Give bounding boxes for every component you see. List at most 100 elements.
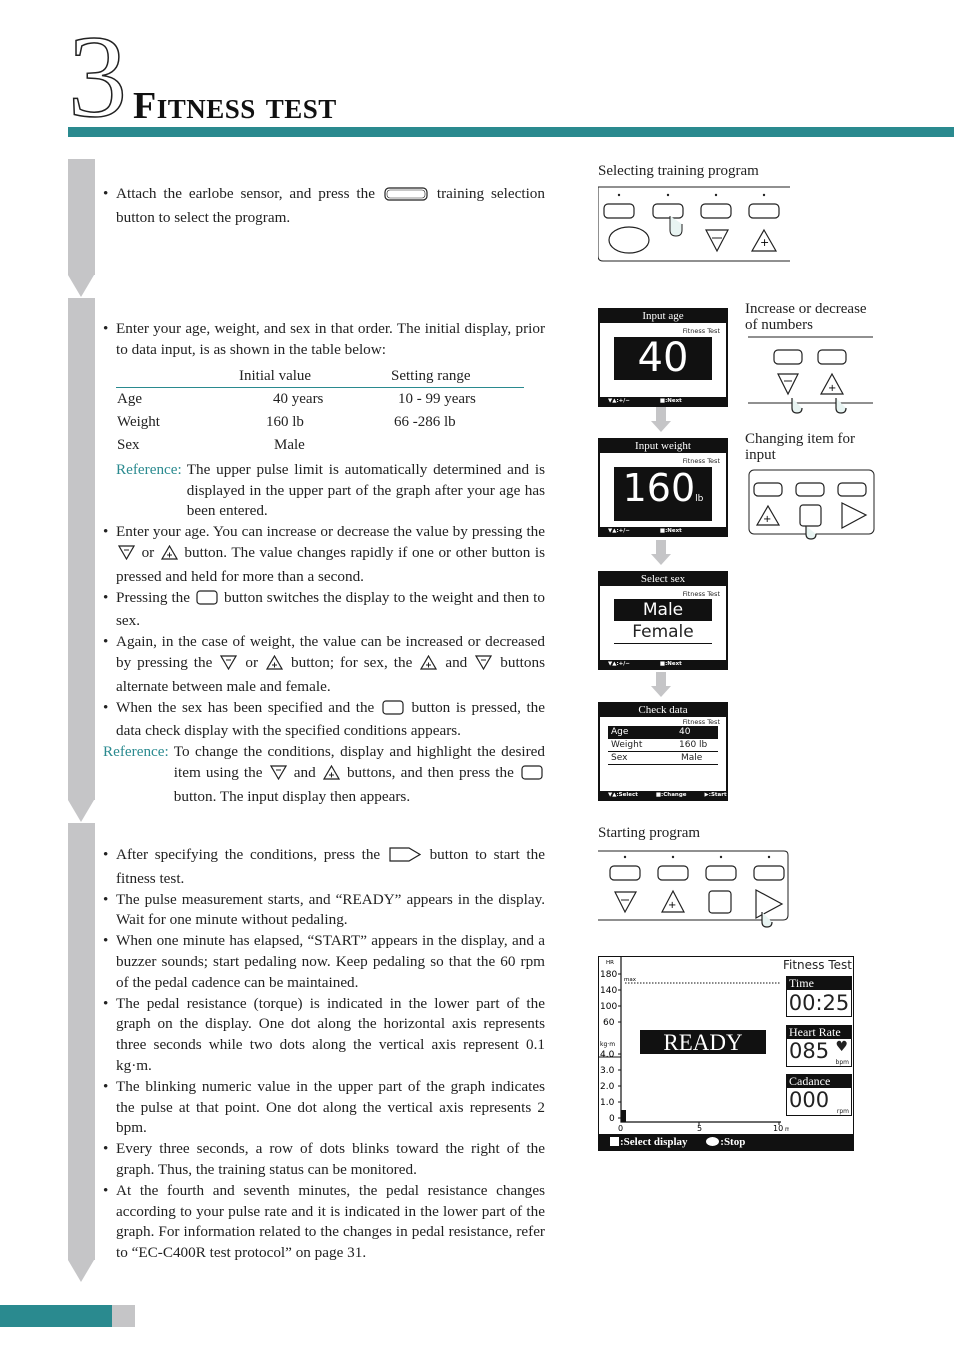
text-run: The pulse measurement starts, and “READY… — [116, 890, 545, 929]
torque-axis-label: kg·m — [600, 1041, 615, 1048]
chapter-number: 3 — [67, 11, 128, 142]
screen-subtitle: Fitness Test — [682, 327, 720, 335]
bullet-item: Enter your age. You can increase or decr… — [103, 522, 545, 587]
minus-button-icon — [220, 655, 238, 677]
footer-gray-bar — [112, 1305, 135, 1327]
check-row: Weight 160 lb — [608, 739, 718, 752]
bullet-item: After specifying the conditions, press t… — [103, 845, 545, 890]
reference-label: Reference: — [116, 460, 182, 478]
minus-button-icon — [117, 545, 136, 567]
cell: 40 years — [273, 391, 324, 408]
svg-text:+: + — [668, 900, 676, 911]
bullet-item: When one minute has elapsed, “START” app… — [103, 931, 545, 993]
age-value: 40 — [614, 337, 712, 380]
cell: Weight — [117, 414, 160, 431]
check-row: Sex Male — [608, 752, 718, 765]
bullet-item: The pedal resistance (torque) is indicat… — [103, 994, 545, 1077]
plus-button-icon — [322, 764, 340, 787]
text-run: At the fourth and seventh minutes, the p… — [116, 1181, 545, 1262]
sex-option-female: Female — [614, 622, 712, 644]
text-run: button. The value changes rapidly if one… — [116, 543, 546, 585]
cell: 160 lb — [266, 414, 304, 431]
hand-pointer-icon — [669, 216, 683, 237]
cell: 10 - 99 years — [398, 391, 476, 408]
bullet-item: Pressing the button switches the display… — [103, 588, 545, 633]
screen-footer: ▼▲:Select ■:Change ▶:Start — [600, 791, 727, 799]
sex-option-male: Male — [614, 599, 712, 621]
x-tick: 5 — [697, 1124, 702, 1133]
cell — [390, 434, 524, 457]
cell: Sex — [117, 436, 140, 453]
screen-title: Input weight — [600, 440, 726, 453]
torque-tick: 4.0 — [600, 1050, 615, 1060]
text-run: The blinking numeric value in the upper … — [116, 1077, 545, 1137]
text-run: buttons, and then press the — [341, 763, 519, 781]
text-run: Enter your age. You can increase or decr… — [116, 523, 545, 541]
text-run: Every three seconds, a row of dots blink… — [116, 1140, 545, 1178]
torque-tick: 0 — [609, 1114, 615, 1124]
flow-arrow — [651, 540, 671, 565]
step-marker-2 — [68, 298, 95, 822]
title-rule — [68, 127, 954, 137]
cell: Age — [117, 391, 142, 408]
start-button-icon — [389, 847, 422, 869]
screen-subtitle: Fitness Test — [682, 718, 720, 726]
screen-footer: :Select display :Stop — [599, 1134, 853, 1150]
bullet-item: Again, in the case of weight, the value … — [103, 632, 545, 697]
text-run: When one minute has elapsed, “START” app… — [116, 932, 545, 991]
wide-button-icon — [384, 187, 428, 208]
reference-note-2: Reference: To change the conditions, dis… — [103, 742, 545, 807]
increase-caption: Increase or decrease of numbers — [745, 301, 867, 333]
text-run: and — [439, 653, 474, 671]
stop-button-icon — [706, 1137, 720, 1146]
table-row: Sex Male — [116, 434, 524, 457]
starting-caption: Starting program — [598, 825, 701, 841]
page-title: Fitness test — [133, 85, 337, 127]
svg-text:+: + — [763, 514, 771, 525]
table-row: Weight 160 lb 66 -286 lb — [116, 411, 524, 434]
reference-note-1: Reference: The upper pulse limit is auto… — [116, 460, 545, 522]
bullet-item: Attach the earlobe sensor, and press the… — [103, 184, 545, 229]
screen-title: Input age — [600, 310, 726, 323]
ready-screen: HR 180 140 100 60 max kg·m 4.0 3.0 2.0 1… — [598, 956, 854, 1151]
screen-footer: ▼▲:+/− ■:Next — [600, 660, 726, 668]
torque-tick: 2.0 — [600, 1082, 615, 1092]
select-sex-screen: Select sex Fitness Test Male Female ▼▲:+… — [598, 571, 728, 670]
time-box: Time 00:25 — [786, 976, 852, 1017]
bullet-item: Enter your age, weight, and sex in that … — [103, 319, 545, 361]
ready-status: READY — [640, 1030, 766, 1055]
minus-button-icon — [269, 765, 287, 787]
check-data-screen: Check data Fitness Test Age 40 Weight 160 … — [598, 702, 728, 801]
text-run: Attach the earlobe sensor, and press the — [116, 185, 382, 202]
text-run: button. The input display then appears. — [173, 787, 411, 805]
table-header: Setting range — [391, 367, 471, 384]
text-run: or — [137, 543, 159, 561]
text-run: Pressing the — [116, 588, 194, 606]
manual-page: { "header":{"chapter_number":"3","title"… — [0, 0, 954, 1351]
section-1-text: Attach the earlobe sensor, and press the… — [103, 184, 545, 229]
cadence-box: Cadance 000 rpm — [786, 1074, 852, 1116]
x-unit: min — [785, 1126, 789, 1133]
section-3-text: After specifying the conditions, press t… — [103, 845, 545, 1264]
weight-value: 160 — [622, 466, 696, 510]
bullet-item: The blinking numeric value in the upper … — [103, 1077, 545, 1139]
hr-axis-label: HR — [606, 960, 614, 966]
bullet-item: The pulse measurement starts, and “READY… — [103, 890, 545, 932]
screen-title: Fitness Test — [782, 958, 852, 972]
table-row: Age 40 years 10 - 99 years — [116, 388, 524, 411]
flow-arrow — [651, 672, 671, 697]
hr-tick: 140 — [600, 986, 617, 996]
plus-button-icon — [265, 654, 284, 677]
text-run: button; for sex, the — [285, 653, 419, 671]
cell: 66 -286 lb — [394, 414, 456, 431]
x-tick: 10 — [773, 1124, 783, 1133]
x-tick: 0 — [618, 1124, 623, 1133]
heart-icon: ♥ — [835, 1039, 848, 1055]
screen-footer: ▼▲:+/− ■:Next — [600, 397, 726, 405]
text-run: or — [239, 653, 265, 671]
square-button-icon — [382, 699, 404, 722]
text-run: Enter your age, weight, and sex in that … — [116, 320, 545, 358]
increase-decrease-figure: + — [748, 336, 873, 414]
screen-title: Check data — [600, 704, 726, 717]
hr-tick: 100 — [600, 1002, 617, 1012]
